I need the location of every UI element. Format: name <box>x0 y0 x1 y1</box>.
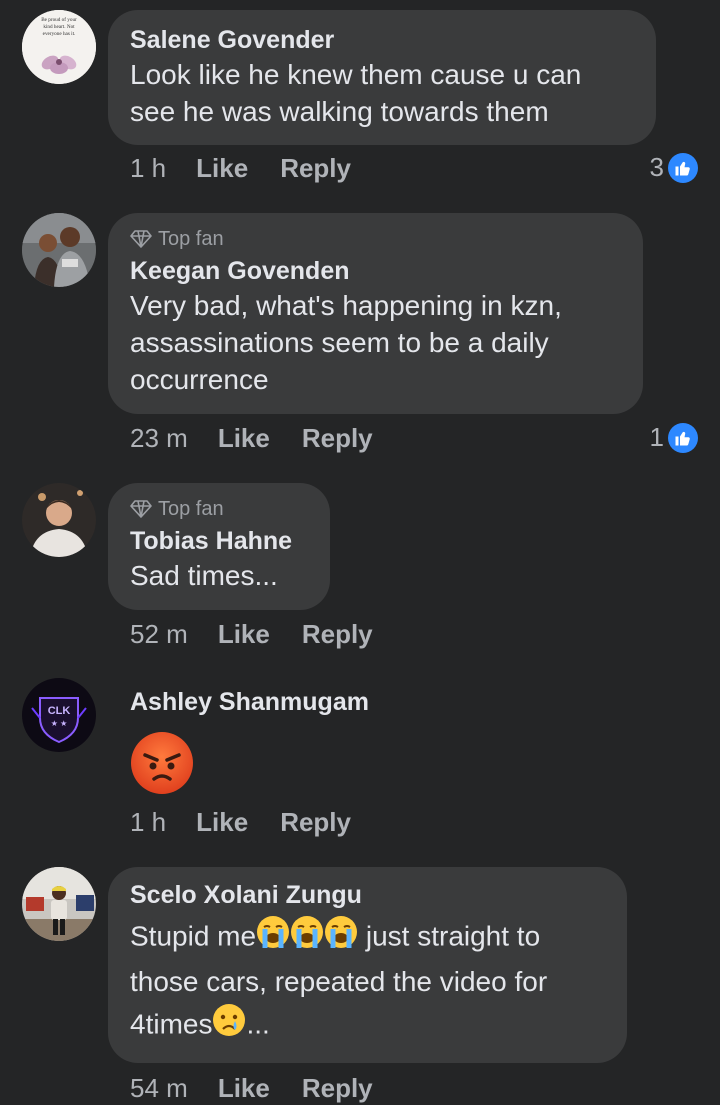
comment-text: Look like he knew them cause u can see h… <box>130 59 582 127</box>
comment-actions: 1 h Like Reply <box>130 153 383 184</box>
comment-time[interactable]: 52 m <box>130 619 188 650</box>
comment-actions: 23 m Like Reply <box>130 423 405 454</box>
reply-button[interactable]: Reply <box>302 619 373 650</box>
like-button[interactable]: Like <box>196 153 248 184</box>
commenter-name[interactable]: Tobias Hahne <box>130 525 308 557</box>
commenter-name[interactable]: Keegan Govenden <box>130 255 621 287</box>
reply-button[interactable]: Reply <box>280 153 351 184</box>
comment-bubble: Salene Govender Look like he knew them c… <box>108 10 656 145</box>
like-button[interactable]: Like <box>196 807 248 838</box>
loudly-crying-emoji-icon <box>256 915 290 961</box>
commenter-name[interactable]: Scelo Xolani Zungu <box>130 879 605 911</box>
like-button[interactable]: Like <box>218 619 270 650</box>
comment-time[interactable]: 23 m <box>130 423 188 454</box>
comment-text: Stupid me just straight to those cars, r… <box>130 915 605 1049</box>
avatar[interactable] <box>22 483 96 557</box>
avatar[interactable]: CLK ★ ★ <box>22 678 96 752</box>
reply-button[interactable]: Reply <box>280 807 351 838</box>
like-reaction-icon <box>668 422 698 453</box>
loudly-crying-emoji-icon <box>324 915 358 961</box>
svg-text:everyone has it.: everyone has it. <box>43 31 76 37</box>
comment-bubble: Top fan Tobias Hahne Sad times... <box>108 483 330 610</box>
diamond-icon <box>130 500 152 518</box>
top-fan-badge: Top fan <box>130 497 308 521</box>
commenter-name[interactable]: Salene Govender <box>130 24 634 56</box>
reply-button[interactable]: Reply <box>302 1073 373 1104</box>
avatar-clan-text: CLK <box>48 705 71 717</box>
reply-button[interactable]: Reply <box>302 423 373 454</box>
comment-time[interactable]: 1 h <box>130 807 166 838</box>
commenter-name[interactable]: Ashley Shanmugam <box>130 686 369 718</box>
reaction-number: 1 <box>649 422 664 452</box>
comment-bubble: Top fan Keegan Govenden Very bad, what's… <box>108 213 643 414</box>
reaction-count[interactable]: 3 <box>650 152 698 183</box>
crying-emoji-icon <box>212 1003 246 1049</box>
comment-text: Very bad, what's happening in kzn, assas… <box>130 290 562 395</box>
loudly-crying-emoji-icon <box>290 915 324 961</box>
avatar[interactable]: Be proud of your kind heart. Not everyon… <box>22 10 96 84</box>
like-button[interactable]: Like <box>218 1073 270 1104</box>
comment-text: Sad times... <box>130 560 278 591</box>
angry-emoji-icon <box>130 731 194 800</box>
comment-actions: 54 m Like Reply <box>130 1073 405 1104</box>
comment-time[interactable]: 54 m <box>130 1073 188 1104</box>
svg-text:kind heart. Not: kind heart. Not <box>43 24 75 30</box>
comment-actions: 52 m Like Reply <box>130 619 405 650</box>
comment-actions: 1 h Like Reply <box>130 807 383 838</box>
top-fan-badge: Top fan <box>130 227 621 251</box>
comment-time[interactable]: 1 h <box>130 153 166 184</box>
comment-bubble: Scelo Xolani Zungu Stupid me just straig… <box>108 867 627 1063</box>
avatar[interactable] <box>22 213 96 287</box>
avatar[interactable] <box>22 867 96 941</box>
reaction-number: 3 <box>649 152 664 182</box>
like-reaction-icon <box>668 152 698 183</box>
reaction-count[interactable]: 1 <box>650 422 698 453</box>
like-button[interactable]: Like <box>218 423 270 454</box>
svg-text:★ ★: ★ ★ <box>51 719 68 728</box>
diamond-icon <box>130 230 152 248</box>
avatar-quote: Be proud of your <box>41 16 77 23</box>
